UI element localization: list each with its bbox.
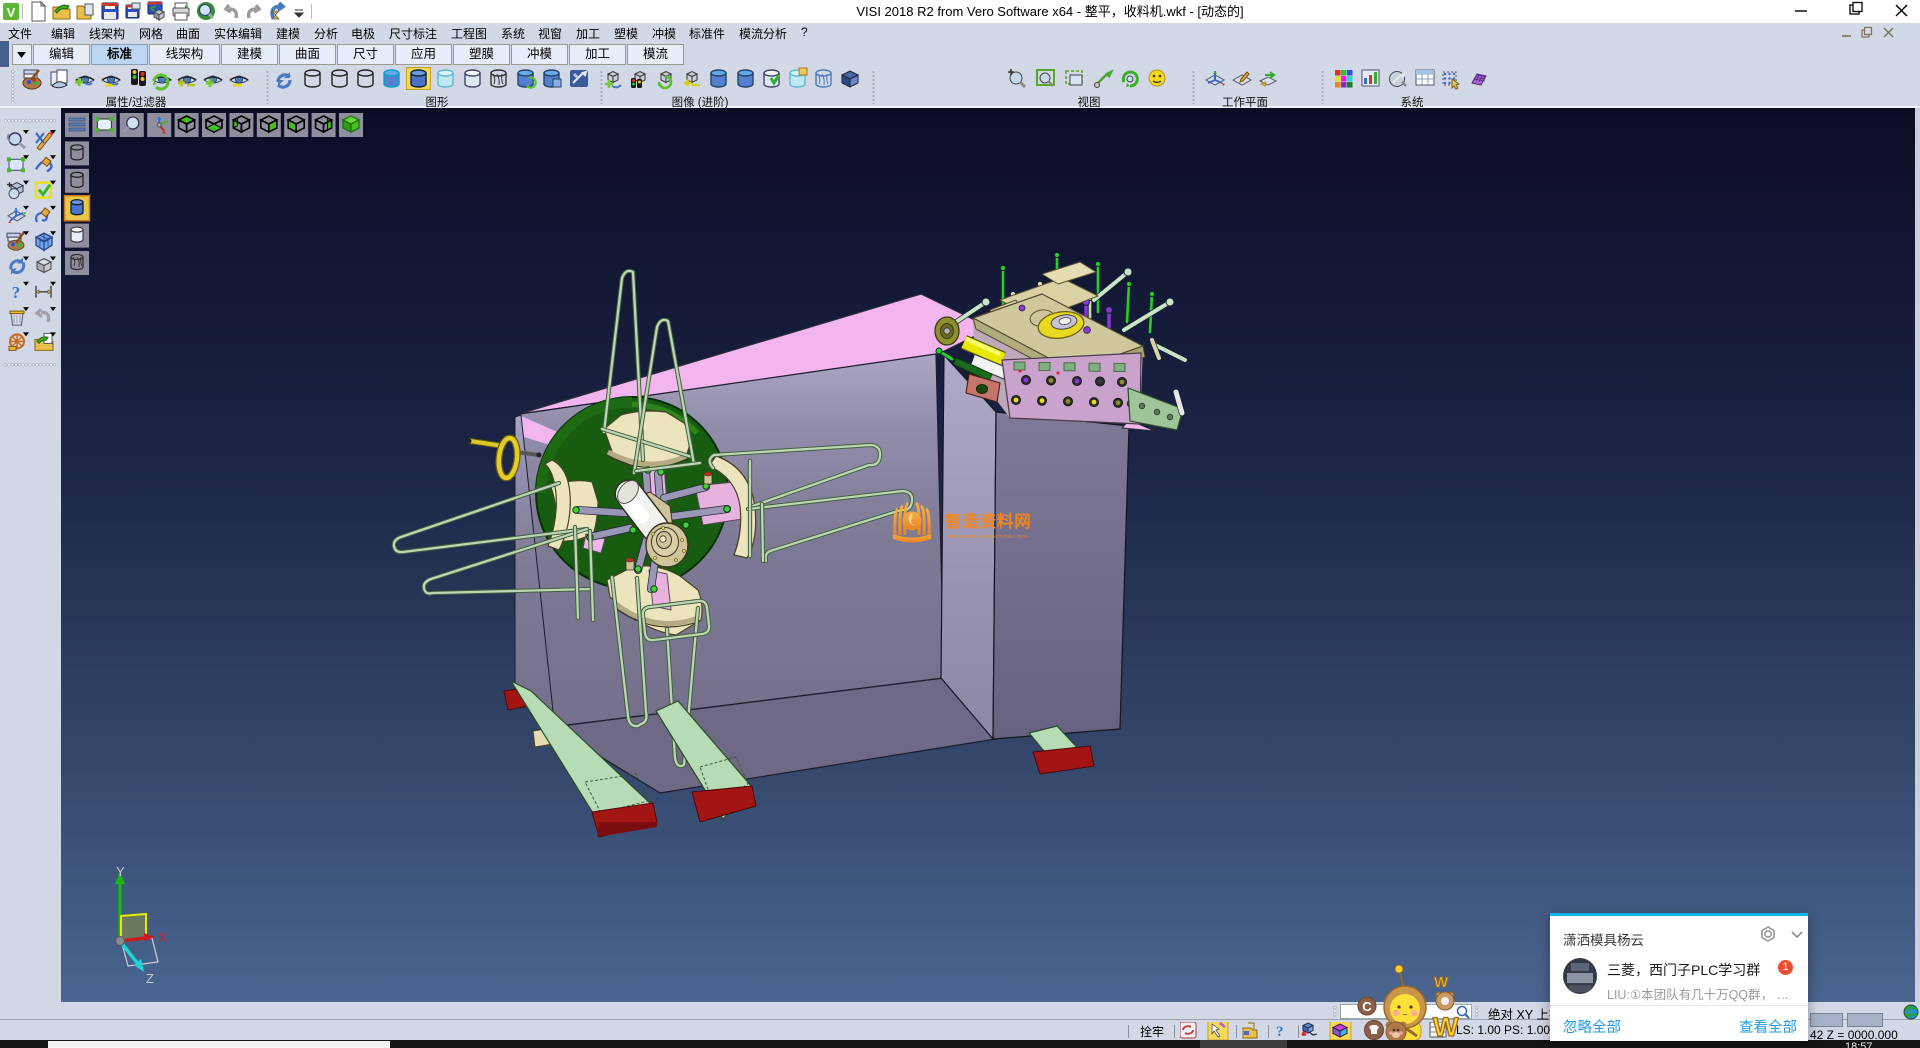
svg-text:INTELLIGENT MANUFACTURING DATA: INTELLIGENT MANUFACTURING DATA <box>947 534 1028 539</box>
svg-text:?: ? <box>1276 1024 1284 1040</box>
svg-text:Y: Y <box>116 864 125 879</box>
svg-text:W: W <box>1434 974 1449 991</box>
svg-text:?: ? <box>12 283 21 302</box>
svg-text:W: W <box>1433 1012 1459 1042</box>
svg-text:X: X <box>158 930 167 945</box>
svg-text:V: V <box>7 5 16 20</box>
svg-text:Z: Z <box>146 971 154 986</box>
svg-text:智造资料网: 智造资料网 <box>945 511 1032 531</box>
svg-text:C: C <box>1362 999 1372 1014</box>
